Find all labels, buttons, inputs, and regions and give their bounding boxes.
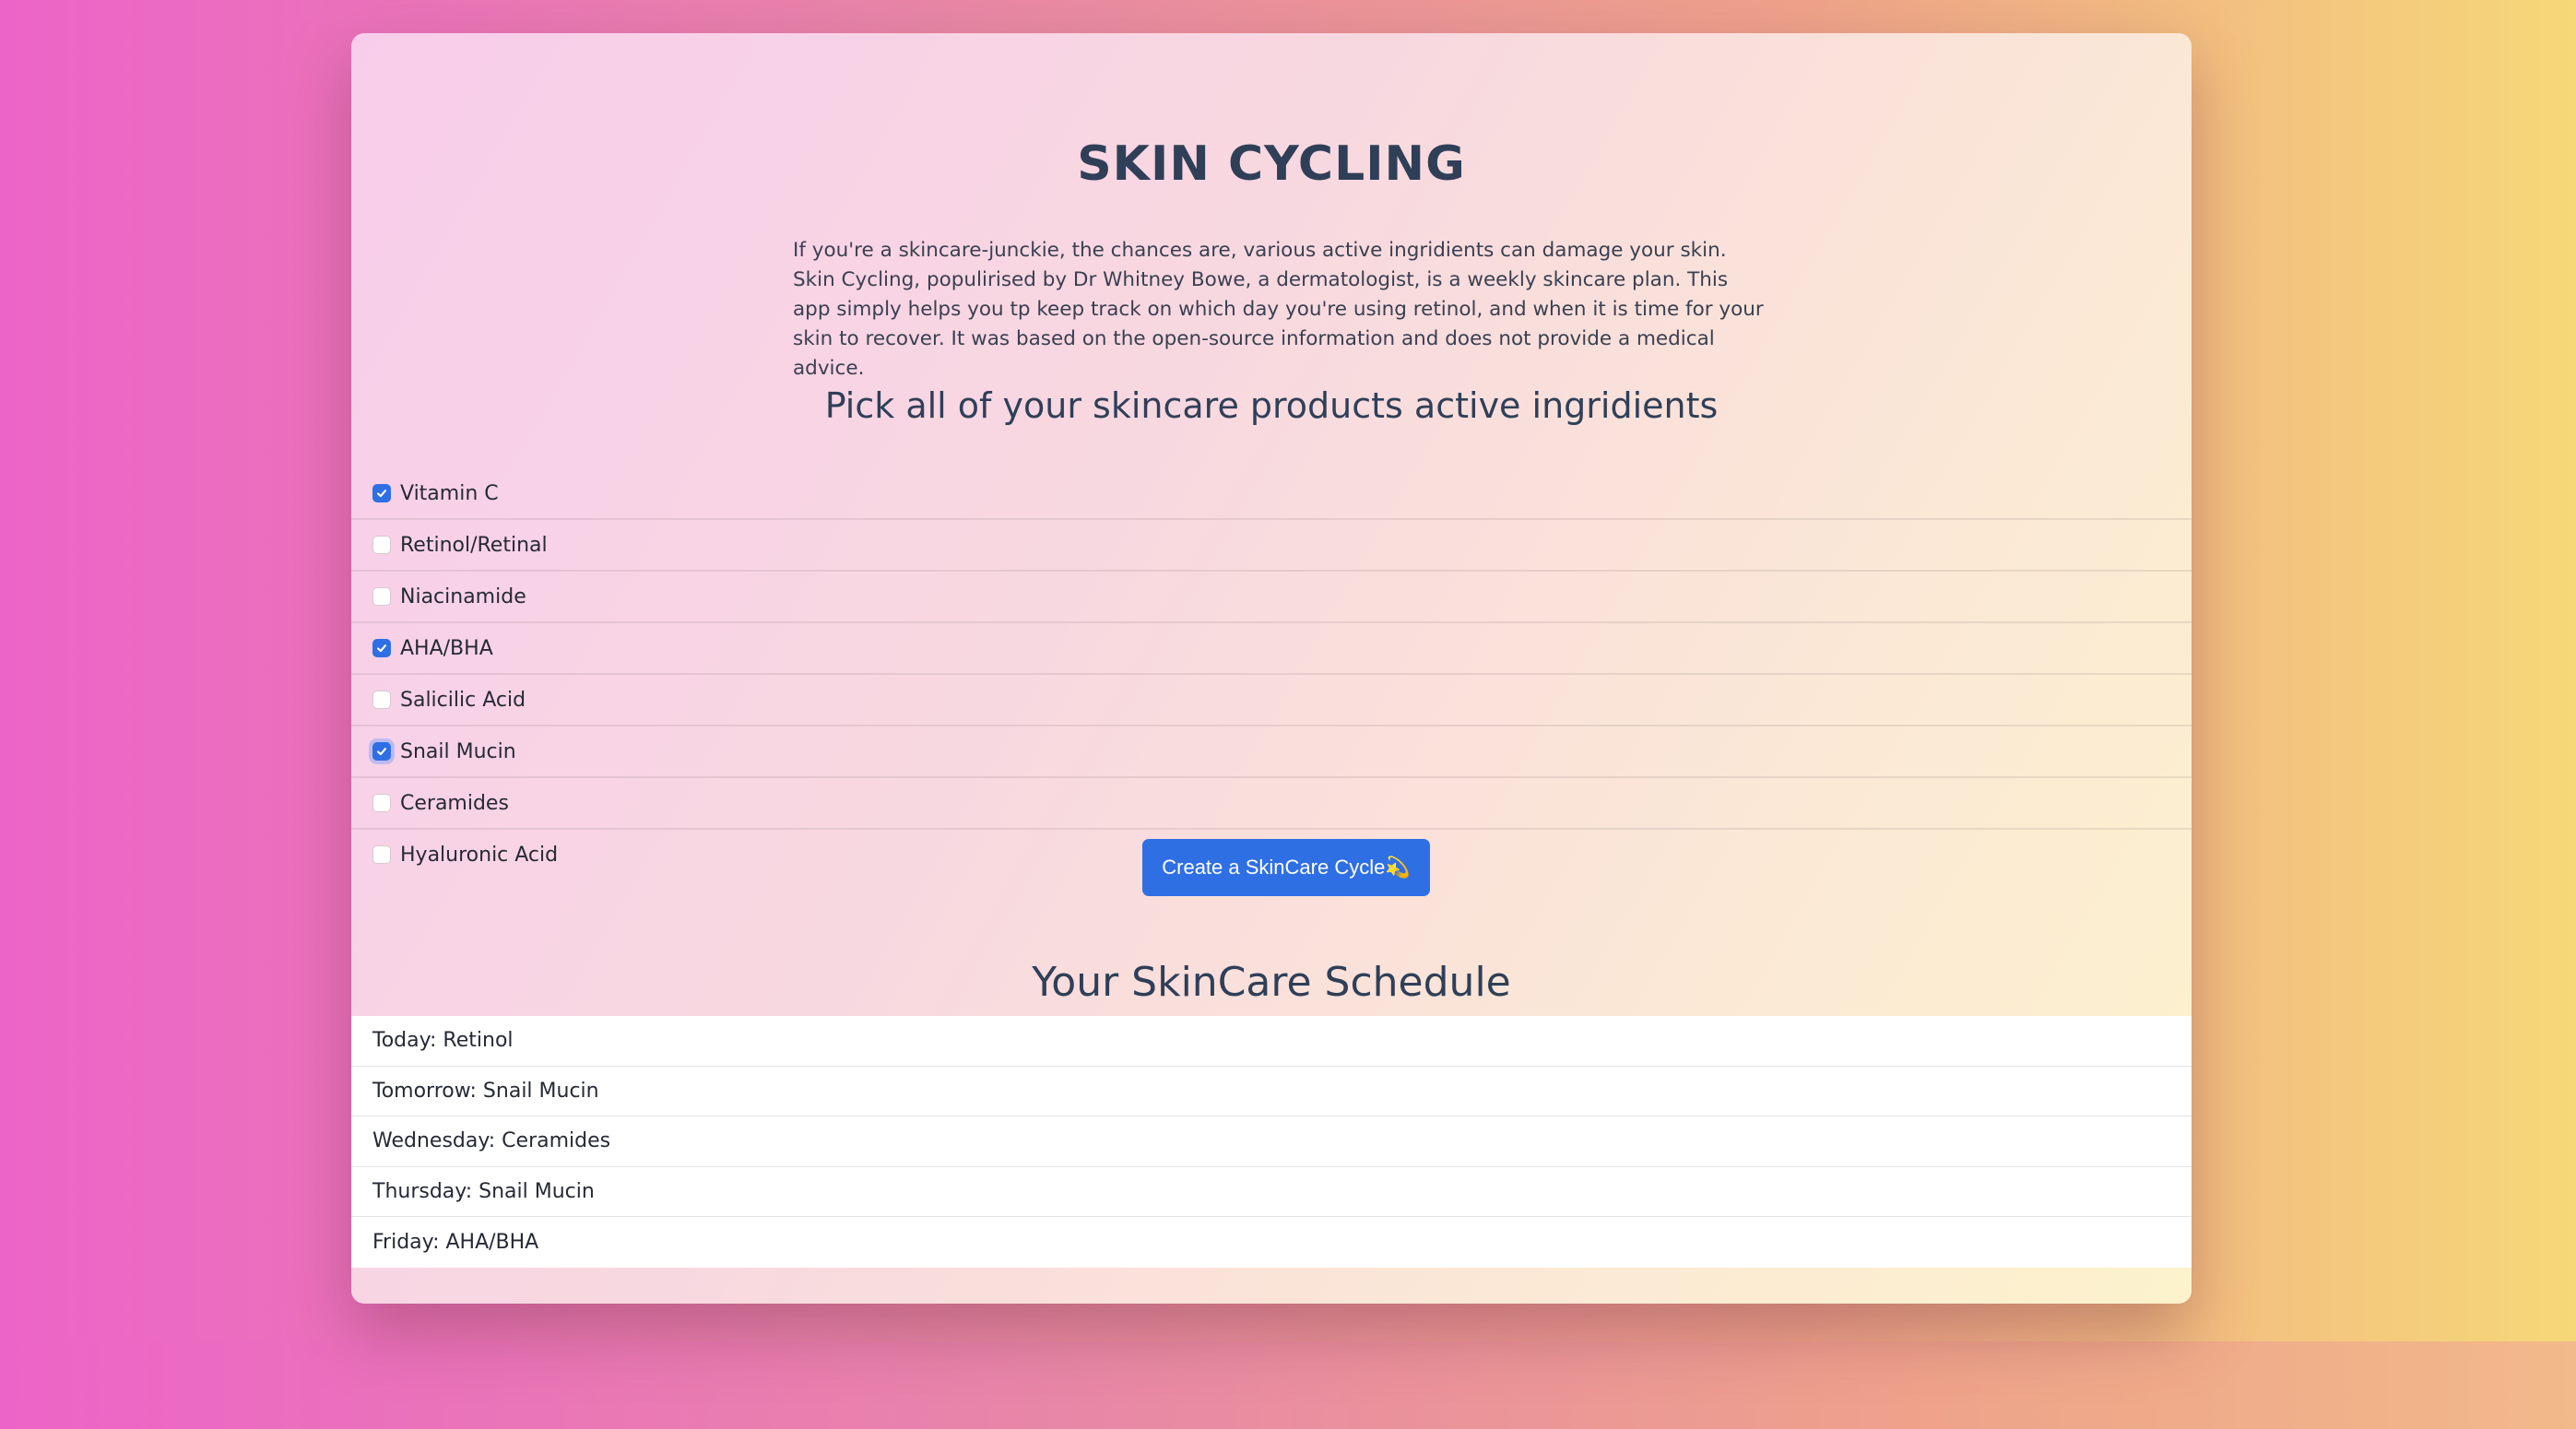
checkbox-salicilic-acid[interactable] (372, 691, 391, 709)
ingredient-option[interactable]: AHA/BHA (351, 623, 2192, 675)
ingredient-label[interactable]: AHA/BHA (400, 637, 493, 660)
schedule-item: Friday: AHA/BHA (372, 1231, 539, 1255)
ingredients-heading: Pick all of your skincare products activ… (824, 385, 1719, 426)
ingredient-label[interactable]: Vitamin C (400, 482, 499, 505)
checkbox-hyaluronic-acid[interactable] (372, 845, 391, 864)
ingredient-label[interactable]: Niacinamide (400, 585, 526, 608)
schedule-item: Wednesday: Ceramides (351, 1116, 2192, 1167)
schedule-item: Thursday: Snail Mucin (351, 1167, 2192, 1218)
ingredient-option[interactable]: Salicilic Acid (351, 675, 2192, 726)
ingredient-option[interactable]: Snail Mucin (351, 726, 2192, 778)
checkbox-ceramides[interactable] (372, 794, 391, 812)
create-cycle-button[interactable]: Create a SkinCare Cycle💫 (1142, 839, 1430, 896)
checkbox-retinol[interactable] (372, 536, 391, 554)
ingredient-option[interactable]: Vitamin C (351, 468, 2192, 520)
checkbox-vitamin-c[interactable] (372, 484, 391, 502)
checkmark-icon (377, 748, 386, 756)
schedule-list: Today: Retinol Tomorrow: Snail Mucin Wed… (351, 1016, 2192, 1268)
app-card: SKIN CYCLING If you're a skincare-juncki… (351, 33, 2192, 1304)
checkbox-niacinamide[interactable] (372, 587, 391, 606)
schedule-item: Tomorrow: Snail Mucin (351, 1067, 2192, 1117)
ingredient-label[interactable]: Salicilic Acid (400, 689, 526, 712)
checkmark-icon (377, 644, 386, 653)
ingredients-list: Vitamin C Retinol/Retinal Niacinamide AH… (351, 468, 2192, 880)
page-title: SKIN CYCLING (1077, 136, 1466, 192)
ingredient-label[interactable]: Snail Mucin (400, 740, 516, 763)
checkbox-snail-mucin[interactable] (372, 742, 391, 761)
intro-paragraph: If you're a skincare-junckie, the chance… (793, 239, 1764, 380)
ingredient-option[interactable]: Niacinamide (351, 572, 2192, 623)
ingredient-label[interactable]: Hyaluronic Acid (400, 844, 558, 867)
checkmark-icon (377, 490, 386, 498)
ingredient-option[interactable]: Retinol/Retinal (351, 520, 2192, 572)
checkbox-aha-bha[interactable] (372, 639, 391, 657)
ingredient-label[interactable]: Retinol/Retinal (400, 534, 548, 557)
schedule-item: Today: Retinol (351, 1016, 2192, 1067)
ingredient-option[interactable]: Ceramides (351, 778, 2192, 830)
schedule-heading: Your SkinCare Schedule (1032, 959, 1511, 1006)
page-background-band (0, 1341, 2576, 1429)
ingredient-label[interactable]: Ceramides (400, 792, 509, 815)
